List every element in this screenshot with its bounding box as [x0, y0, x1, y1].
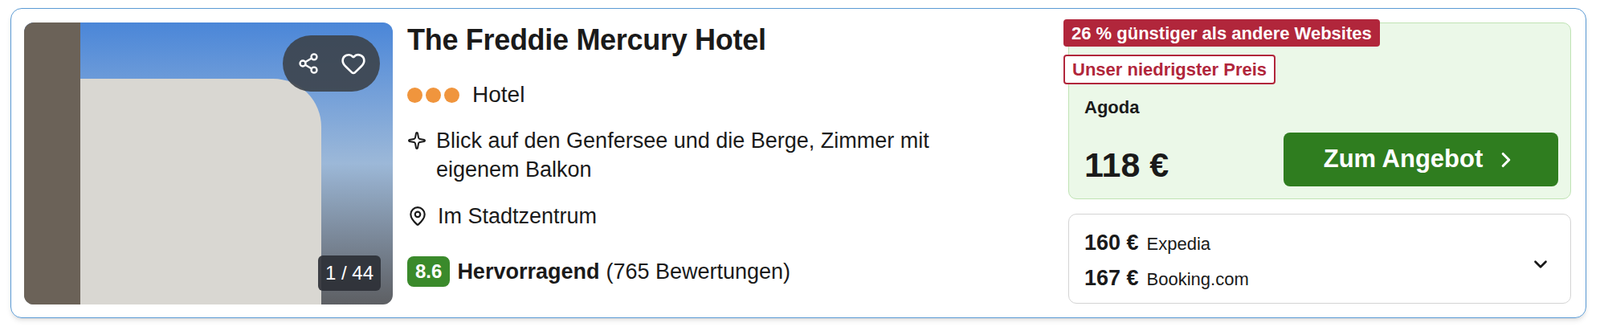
- photo-actions: [282, 35, 380, 92]
- hotel-photo[interactable]: 1 / 44: [24, 22, 393, 305]
- rating-count: (765 Bewertungen): [605, 255, 791, 289]
- chevron-down-icon[interactable]: [1530, 253, 1552, 275]
- star-dot: [444, 87, 460, 103]
- share-icon[interactable]: [297, 52, 320, 75]
- map-pin-icon: [407, 205, 429, 227]
- hotel-class: Hotel: [407, 80, 1069, 110]
- hotel-card[interactable]: 1 / 44 The Freddie Mercury Hotel Hotel Blic…: [10, 8, 1587, 319]
- deal-badge: Unser niedrigster Preis: [1063, 54, 1276, 85]
- rating[interactable]: 8.6Hervorragend(765 Bewertungen): [407, 255, 1069, 289]
- hotel-name[interactable]: The Freddie Mercury Hotel: [407, 22, 1069, 58]
- hotel-info: The Freddie Mercury Hotel Hotel Blick auf …: [407, 22, 1069, 304]
- side-building: [24, 22, 81, 305]
- photo-counter: 1 / 44: [318, 255, 381, 291]
- star-dot: [425, 87, 441, 103]
- offer-row[interactable]: 160 €Expedia: [1084, 225, 1249, 262]
- offer-price: 160 €: [1084, 225, 1139, 260]
- sparkle-icon: [407, 130, 427, 151]
- location: Im Stadtzentrum: [407, 201, 1069, 231]
- deal-button[interactable]: Zum Angebot: [1283, 132, 1559, 187]
- highlight: Blick auf den Genfersee und die Berge, Z…: [407, 126, 1069, 184]
- hotel-type: Hotel: [472, 80, 525, 110]
- other-offers[interactable]: 160 €Expedia167 €Booking.com: [1068, 213, 1572, 304]
- offer-provider: Expedia: [1146, 227, 1212, 262]
- offer-price: 167 €: [1084, 261, 1139, 295]
- deal-badges: 26 % günstiger als andere Websites Unser …: [1063, 19, 1380, 85]
- heart-icon[interactable]: [340, 50, 367, 77]
- star-dots: [407, 87, 460, 103]
- building-shape: [80, 78, 322, 305]
- highlight-text: Blick auf den Genfersee und die Berge, Z…: [436, 126, 983, 184]
- expand-toggle[interactable]: [1530, 253, 1552, 275]
- offer-list: 160 €Expedia167 €Booking.com: [1084, 225, 1249, 297]
- offer-row[interactable]: 167 €Booking.com: [1084, 261, 1249, 297]
- price-column: 26 % günstiger als andere WebsitesUnser …: [1068, 22, 1572, 304]
- deal-price: 118 €: [1084, 144, 1169, 185]
- best-deal[interactable]: 26 % günstiger als andere WebsitesUnser …: [1068, 22, 1572, 200]
- page: 1 / 44 The Freddie Mercury Hotel Hotel Blic…: [0, 0, 1600, 331]
- star-dot: [407, 87, 423, 103]
- rating-label: Hervorragend: [457, 255, 600, 289]
- offer-provider: Booking.com: [1146, 262, 1249, 297]
- rating-score: 8.6: [407, 256, 450, 287]
- deal-badge: 26 % günstiger als andere Websites: [1063, 19, 1380, 47]
- deal-row: 118 € Zum Angebot: [1084, 132, 1559, 187]
- chevron-right-icon: [1493, 147, 1519, 172]
- deal-provider: Agoda: [1084, 97, 1559, 119]
- location-text: Im Stadtzentrum: [437, 201, 597, 231]
